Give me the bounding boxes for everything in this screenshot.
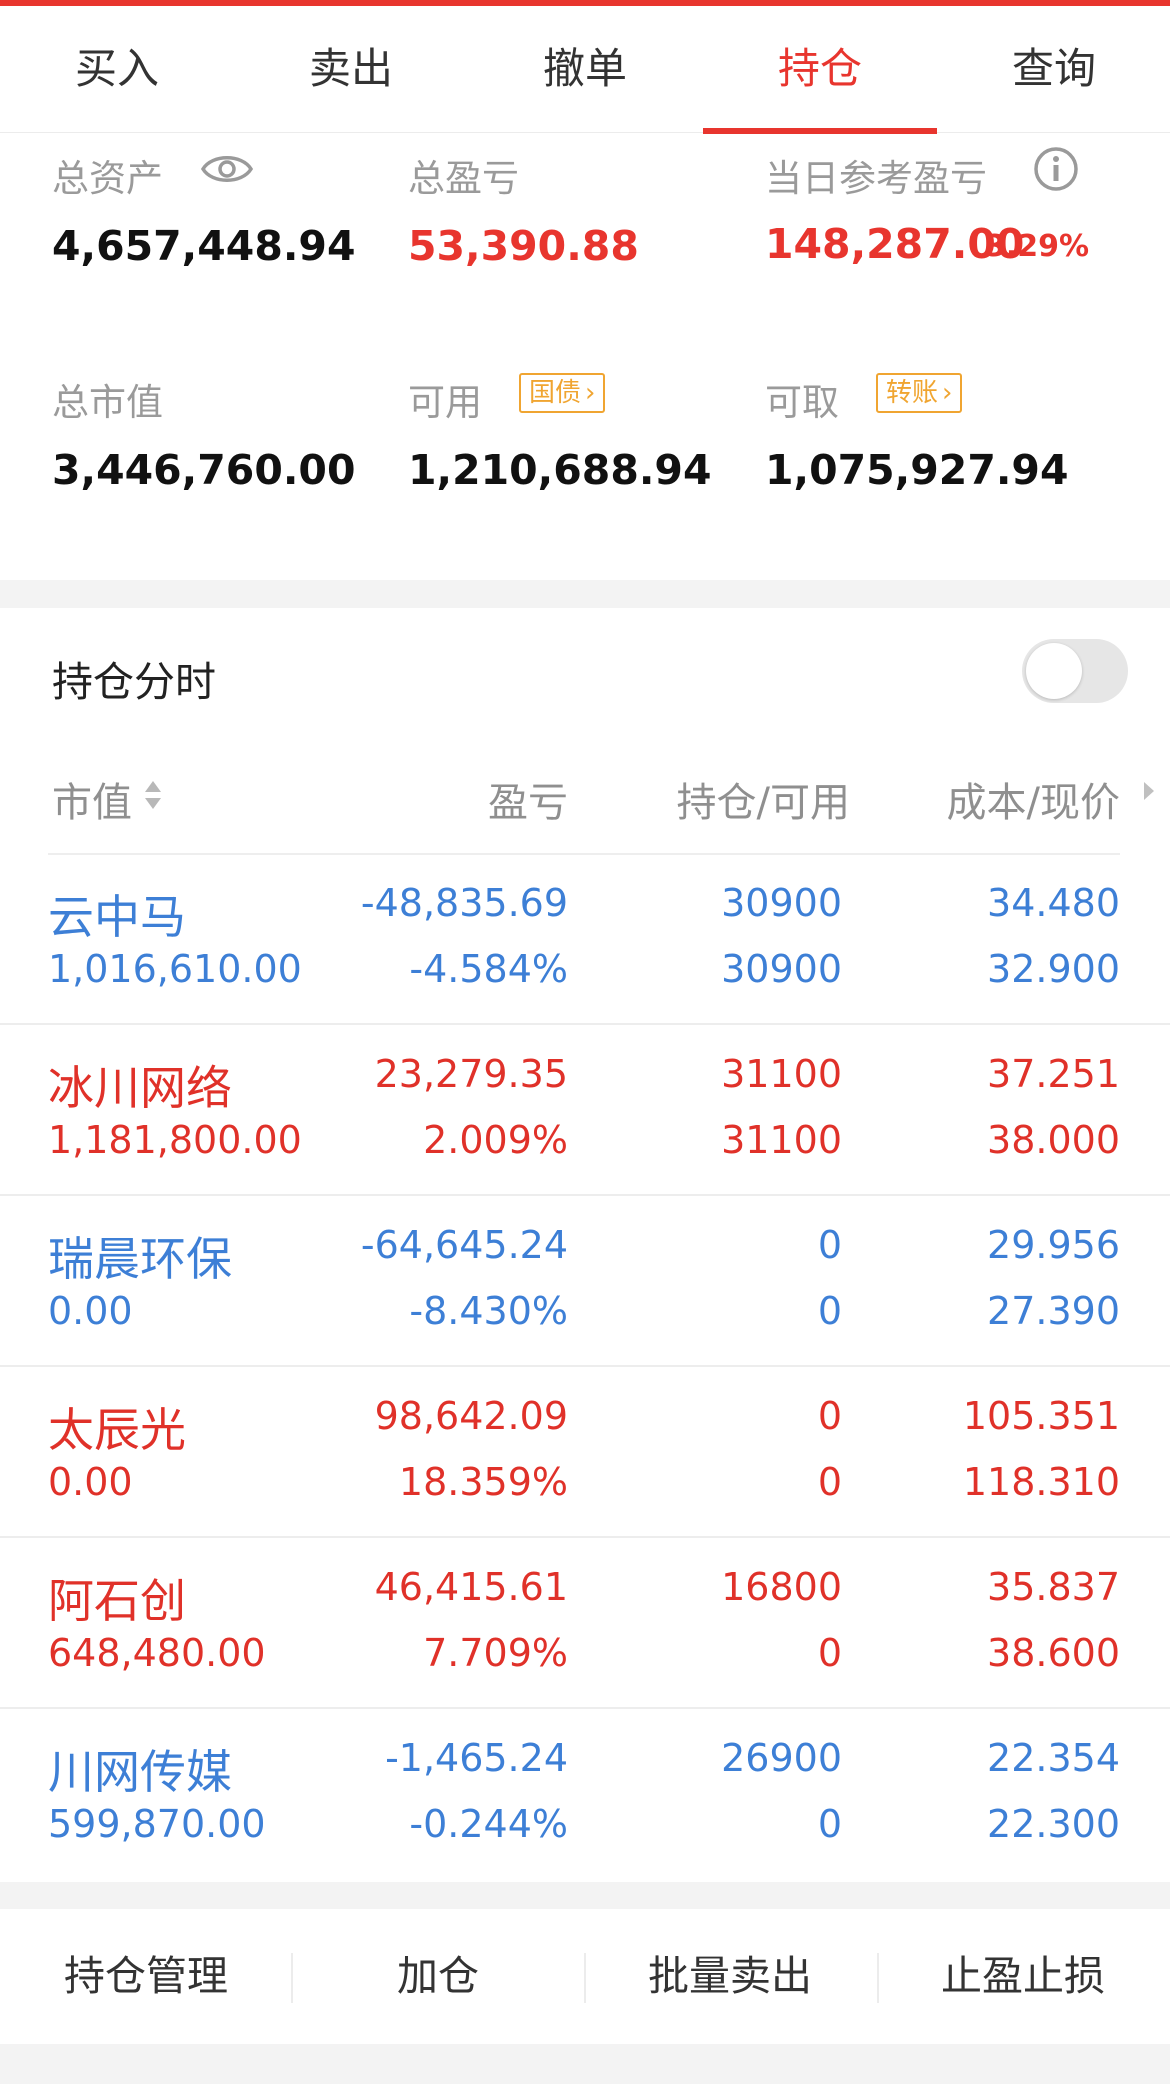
total-pl-value: 53,390.88 <box>408 222 639 270</box>
stock-pl-percent: -0.244% <box>409 1802 568 1846</box>
treasury-bond-tag-label: 国债 <box>529 378 582 408</box>
stock-position: 30900 <box>721 881 842 925</box>
tab-holdings[interactable]: 持仓 <box>703 6 937 132</box>
transfer-tag-label: 转账 <box>886 378 939 408</box>
stock-market-value: 1,181,800.00 <box>48 1118 302 1162</box>
stock-pl-percent: -4.584% <box>409 947 568 991</box>
tab-cancel[interactable]: 撤单 <box>468 6 702 132</box>
section-divider <box>0 1882 1170 1909</box>
stock-name: 阿石创 <box>48 1574 186 1628</box>
stock-market-value: 0.00 <box>48 1460 133 1504</box>
stock-market-value: 1,016,610.00 <box>48 947 302 991</box>
stock-pl-percent: 18.359% <box>398 1460 568 1504</box>
stock-market-value: 599,870.00 <box>48 1802 266 1846</box>
batch-sell-button[interactable]: 批量卖出 <box>584 1909 876 2044</box>
available-label: 可用 <box>408 381 482 424</box>
column-cost-price: 成本/现价 <box>946 780 1120 826</box>
stock-available: 0 <box>817 1631 842 1675</box>
stock-cost: 29.956 <box>987 1223 1120 1267</box>
holding-row[interactable]: 太辰光 0.00 98,642.09 18.359% 0 0 105.351 1… <box>0 1368 1170 1538</box>
stock-price: 38.000 <box>987 1118 1120 1162</box>
stock-name: 川网传媒 <box>48 1745 232 1799</box>
bottom-action-bar: 持仓管理 加仓 批量卖出 止盈止损 <box>0 1909 1170 2044</box>
holding-row[interactable]: 瑞晨环保 0.00 -64,645.24 -8.430% 0 0 29.956 … <box>0 1197 1170 1367</box>
transfer-tag[interactable]: 转账 › <box>876 373 963 413</box>
stock-price: 32.900 <box>987 947 1120 991</box>
daily-pl-percent: 3.29% <box>985 229 1090 264</box>
stop-profit-loss-button[interactable]: 止盈止损 <box>877 1909 1169 2044</box>
column-position-available: 持仓/可用 <box>676 780 850 826</box>
stock-name: 云中马 <box>48 890 186 944</box>
stock-position: 0 <box>817 1223 842 1267</box>
stock-name: 冰川网络 <box>48 1061 232 1115</box>
holdings-manage-button[interactable]: 持仓管理 <box>0 1909 292 2044</box>
stock-position: 26900 <box>721 1736 842 1780</box>
stock-available: 0 <box>817 1289 842 1333</box>
section-divider <box>0 580 1170 608</box>
bottom-strip <box>0 2044 1170 2084</box>
stock-position: 16800 <box>721 1565 842 1609</box>
total-assets-value: 4,657,448.94 <box>52 222 356 270</box>
info-icon[interactable] <box>1033 146 1079 192</box>
add-position-button[interactable]: 加仓 <box>292 1909 584 2044</box>
chevron-right-icon: › <box>585 378 596 408</box>
holdings-intraday-title: 持仓分时 <box>52 658 216 706</box>
withdrawable-label: 可取 <box>765 381 839 424</box>
daily-pl-label: 当日参考盈亏 <box>765 157 987 200</box>
total-assets-label: 总资产 <box>52 157 163 200</box>
stock-cost: 34.480 <box>987 881 1120 925</box>
stock-cost: 37.251 <box>987 1052 1120 1096</box>
tab-query[interactable]: 查询 <box>937 6 1170 132</box>
holding-row[interactable]: 冰川网络 1,181,800.00 23,279.35 2.009% 31100… <box>0 1026 1170 1196</box>
chevron-right-icon[interactable] <box>1138 776 1160 806</box>
holding-row[interactable]: 川网传媒 599,870.00 -1,465.24 -0.244% 26900 … <box>0 1710 1170 1880</box>
available-value: 1,210,688.94 <box>408 446 712 494</box>
stock-pl: -48,835.69 <box>360 881 568 925</box>
stock-cost: 22.354 <box>987 1736 1120 1780</box>
stock-price: 118.310 <box>962 1460 1120 1504</box>
sort-icon[interactable] <box>141 775 165 815</box>
stock-pl: 23,279.35 <box>374 1052 568 1096</box>
stock-pl: 46,415.61 <box>374 1565 568 1609</box>
stock-position: 0 <box>817 1394 842 1438</box>
withdrawable-value: 1,075,927.94 <box>765 446 1069 494</box>
stock-available: 31100 <box>721 1118 842 1162</box>
holding-row[interactable]: 阿石创 648,480.00 46,415.61 7.709% 16800 0 … <box>0 1539 1170 1709</box>
stock-price: 38.600 <box>987 1631 1120 1675</box>
stock-cost: 35.837 <box>987 1565 1120 1609</box>
stock-cost: 105.351 <box>962 1394 1120 1438</box>
stock-pl: -1,465.24 <box>385 1736 568 1780</box>
market-value-value: 3,446,760.00 <box>52 446 356 494</box>
tab-buy[interactable]: 买入 <box>0 6 234 132</box>
stock-pl-percent: -8.430% <box>409 1289 568 1333</box>
market-value-label: 总市值 <box>52 381 163 424</box>
stock-pl-percent: 2.009% <box>423 1118 568 1162</box>
stock-price: 22.300 <box>987 1802 1120 1846</box>
column-market-value[interactable]: 市值 <box>52 770 132 828</box>
column-profit-loss: 盈亏 <box>488 780 568 826</box>
stock-pl-percent: 7.709% <box>423 1631 568 1675</box>
stock-name: 瑞晨环保 <box>48 1232 232 1286</box>
holding-row[interactable]: 云中马 1,016,610.00 -48,835.69 -4.584% 3090… <box>0 855 1170 1025</box>
stock-available: 0 <box>817 1802 842 1846</box>
tab-sell[interactable]: 卖出 <box>234 6 468 132</box>
stock-pl: 98,642.09 <box>374 1394 568 1438</box>
chevron-right-icon: › <box>942 378 953 408</box>
toggle-knob <box>1026 643 1082 699</box>
holdings-intraday-toggle[interactable] <box>1022 639 1128 703</box>
stock-pl: -64,645.24 <box>360 1223 568 1267</box>
trade-tabs: 买入 卖出 撤单 持仓 查询 <box>0 6 1170 134</box>
active-tab-indicator <box>703 128 937 134</box>
treasury-bond-tag[interactable]: 国债 › <box>519 373 606 413</box>
stock-available: 0 <box>817 1460 842 1504</box>
stock-name: 太辰光 <box>48 1403 186 1457</box>
stock-available: 30900 <box>721 947 842 991</box>
stock-market-value: 648,480.00 <box>48 1631 266 1675</box>
total-pl-label: 总盈亏 <box>408 157 519 200</box>
stock-market-value: 0.00 <box>48 1289 133 1333</box>
stock-price: 27.390 <box>987 1289 1120 1333</box>
stock-position: 31100 <box>721 1052 842 1096</box>
eye-icon[interactable] <box>200 148 254 190</box>
